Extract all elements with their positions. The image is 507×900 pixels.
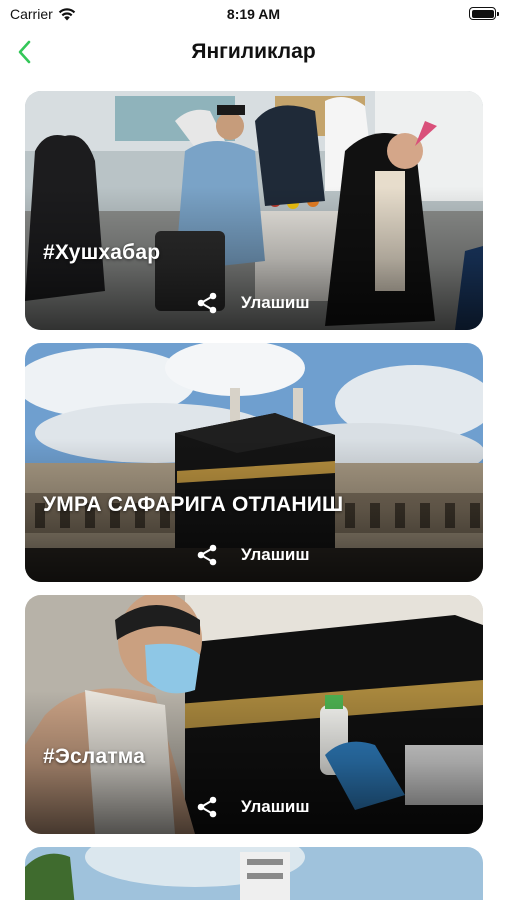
news-title: #Хушхабар xyxy=(43,241,161,264)
news-card[interactable]: УМРА САФАРИГА ОТЛАНИШ Улашиш xyxy=(25,343,483,582)
share-label: Улашиш xyxy=(241,797,310,816)
share-label: Улашиш xyxy=(241,545,310,564)
page-title: Янгиликлар xyxy=(191,40,316,63)
share-icon xyxy=(197,796,217,818)
battery-icon xyxy=(469,7,499,20)
news-card[interactable]: #Хушхабар Улашиш xyxy=(25,91,483,330)
news-card[interactable] xyxy=(25,847,483,900)
status-bar: Carrier 8:19 AM xyxy=(0,0,507,30)
navigation-bar: Янгиликлар xyxy=(0,30,507,74)
share-button[interactable]: Улашиш xyxy=(195,543,310,567)
share-button[interactable]: Улашиш xyxy=(195,291,310,315)
share-label: Улашиш xyxy=(241,293,310,312)
clock: 8:19 AM xyxy=(226,6,281,22)
share-button[interactable]: Улашиш xyxy=(195,795,310,819)
news-card[interactable]: #Эслатма Улашиш xyxy=(25,595,483,834)
news-title: УМРА САФАРИГА ОТЛАНИШ xyxy=(43,493,344,516)
news-feed[interactable]: #Хушхабар Улашиш УМРА САФАРИГА ОТЛАНИШ У… xyxy=(25,91,483,900)
news-card-photo xyxy=(25,847,483,900)
share-icon xyxy=(197,292,217,314)
share-icon xyxy=(197,544,217,566)
news-title: #Эслатма xyxy=(43,745,146,768)
